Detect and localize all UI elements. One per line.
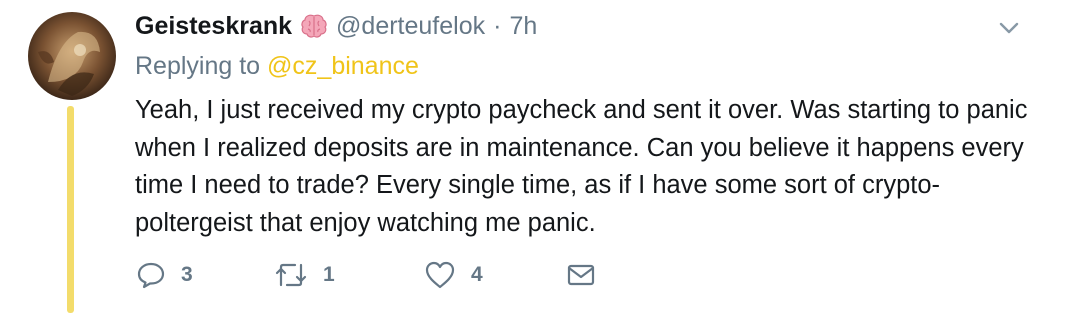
tweet-text-line: poltergeist that enjoy watching me panic… [135,208,596,237]
separator-dot: · [493,11,502,40]
replying-to: Replying to @cz_binance [135,52,419,81]
retweet-count: 1 [323,263,335,286]
tweet[interactable]: Geisteskrank @derteufelok · 7h Replying … [0,0,1080,313]
tweet-text-line: time I need to trade? Every single time,… [135,171,941,199]
tweet-text-line: when I realized deposits are in maintena… [135,133,1024,162]
tweet-header: Geisteskrank @derteufelok · 7h [135,8,537,44]
timestamp[interactable]: 7h [509,12,537,41]
brain-emoji-icon [300,13,328,39]
chevron-down-icon[interactable] [994,14,1024,42]
tweet-text-line: Yeah, I just received my crypto paycheck… [135,96,1028,124]
user-handle[interactable]: @derteufelok [336,12,485,41]
tweet-text: Yeah, I just received my crypto paycheck… [135,92,1045,242]
direct-message-button[interactable] [565,255,597,295]
replying-to-label: Replying to [135,52,261,80]
like-button[interactable]: 4 [423,255,483,295]
heart-icon [423,259,457,291]
envelope-icon [565,259,597,291]
like-count: 4 [471,263,483,286]
avatar[interactable] [28,12,116,100]
display-name[interactable]: Geisteskrank [135,12,292,41]
thread-connector-line [67,106,74,313]
tweet-actions: 3 1 4 [135,255,1035,295]
reply-button[interactable]: 3 [135,255,193,295]
avatar-image [28,12,116,100]
retweet-icon [273,259,309,291]
retweet-button[interactable]: 1 [273,255,335,295]
reply-icon [135,259,167,291]
reply-count: 3 [181,263,193,286]
reply-mention-link[interactable]: @cz_binance [267,52,419,80]
